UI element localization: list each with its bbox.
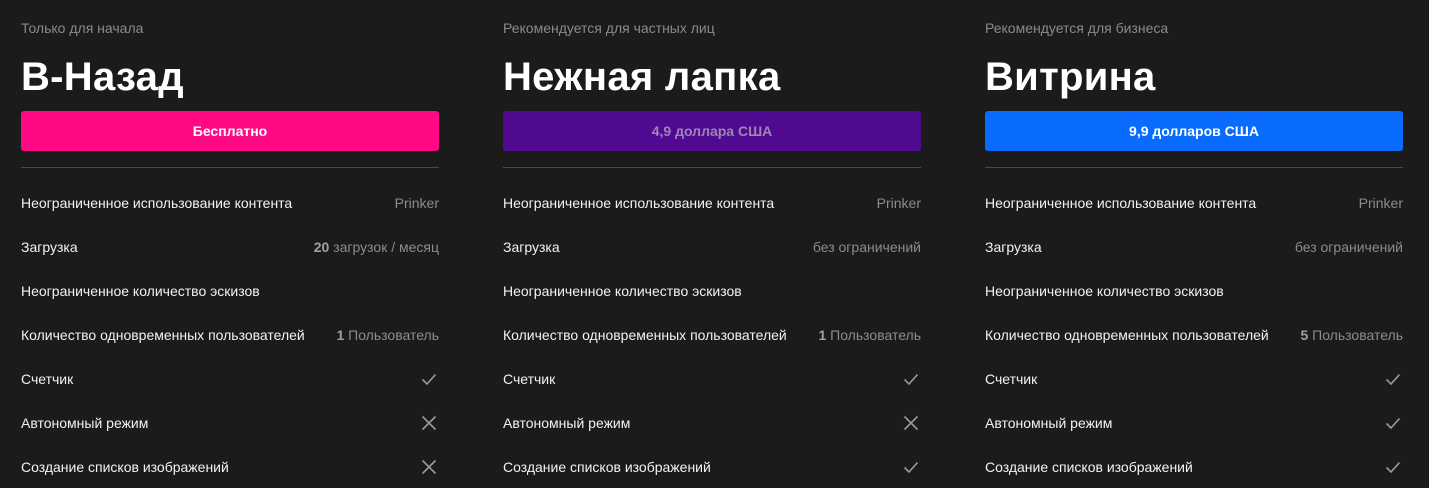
- feature-label: Создание списков изображений: [21, 459, 229, 475]
- feature-row: Неограниченное количество эскизов: [503, 279, 921, 303]
- feature-label: Автономный режим: [985, 415, 1113, 431]
- feature-label: Создание списков изображений: [985, 459, 1193, 475]
- check-icon: [1384, 458, 1402, 476]
- feature-value-text: Пользователь: [344, 327, 439, 343]
- feature-value: 20 загрузок / месяц: [314, 239, 439, 255]
- feature-label: Неограниченное количество эскизов: [21, 283, 260, 299]
- feature-label: Автономный режим: [503, 415, 631, 431]
- plan-title: В-Назад: [21, 55, 184, 99]
- plan-subtitle: Рекомендуется для частных лиц: [503, 20, 715, 36]
- feature-row: Загрузка без ограничений: [503, 235, 921, 259]
- feature-label: Автономный режим: [21, 415, 149, 431]
- feature-value-text: Prinker: [394, 195, 439, 211]
- feature-row: Количество одновременных пользователей 5 …: [985, 323, 1403, 347]
- feature-value-text: без ограничений: [812, 239, 921, 255]
- feature-row: Автономный режим: [21, 411, 439, 435]
- feature-value: Prinker: [395, 195, 439, 211]
- feature-value-text: Пользователь: [1308, 327, 1403, 343]
- feature-row: Счетчик: [21, 367, 439, 391]
- feature-label: Неограниченное количество эскизов: [985, 283, 1224, 299]
- feature-value-text: Prinker: [876, 195, 921, 211]
- feature-label: Счетчик: [985, 371, 1038, 387]
- feature-value: Prinker: [1359, 195, 1403, 211]
- feature-value: 1 Пользователь: [336, 327, 439, 343]
- divider: [985, 167, 1403, 168]
- feature-label: Неограниченное использование контента: [503, 195, 775, 211]
- feature-label: Неограниченное использование контента: [21, 195, 293, 211]
- feature-row: Загрузка 20 загрузок / месяц: [21, 235, 439, 259]
- feature-label: Количество одновременных пользователей: [503, 327, 787, 343]
- divider: [21, 167, 439, 168]
- feature-value-count: 20: [313, 239, 330, 255]
- feature-value-text: загрузок / месяц: [329, 239, 439, 255]
- feature-value: 5 Пользователь: [1300, 327, 1403, 343]
- feature-row: Количество одновременных пользователей 1 …: [503, 323, 921, 347]
- feature-label: Неограниченное количество эскизов: [503, 283, 742, 299]
- feature-label: Количество одновременных пользователей: [985, 327, 1269, 343]
- cross-icon: [902, 414, 920, 432]
- feature-row: Счетчик: [503, 367, 921, 391]
- feature-label: Загрузка: [985, 239, 1042, 255]
- feature-value: 1 Пользователь: [818, 327, 921, 343]
- feature-row: Создание списков изображений: [503, 455, 921, 479]
- cross-icon: [420, 414, 438, 432]
- feature-label: Неограниченное использование контента: [985, 195, 1257, 211]
- feature-row: Неограниченное использование контента Pri…: [503, 191, 921, 215]
- feature-value-text: без ограничений: [1294, 239, 1403, 255]
- check-icon: [420, 370, 438, 388]
- feature-value-text: Prinker: [1358, 195, 1403, 211]
- plan-subtitle: Только для начала: [21, 20, 144, 36]
- feature-row: Автономный режим: [503, 411, 921, 435]
- feature-label: Счетчик: [21, 371, 74, 387]
- feature-row: Количество одновременных пользователей 1 …: [21, 323, 439, 347]
- feature-label: Количество одновременных пользователей: [21, 327, 305, 343]
- plan-subtitle: Рекомендуется для бизнеса: [985, 20, 1169, 36]
- check-icon: [1384, 370, 1402, 388]
- feature-row: Неограниченное использование контента Pri…: [985, 191, 1403, 215]
- plan-price-button[interactable]: 9,9 долларов США: [985, 111, 1403, 151]
- check-icon: [902, 458, 920, 476]
- feature-row: Неограниченное количество эскизов: [21, 279, 439, 303]
- pricing-plans: Только для начала В-Назад Бесплатно Неог…: [0, 0, 1429, 488]
- check-icon: [1384, 414, 1402, 432]
- plan-title: Нежная лапка: [503, 55, 781, 99]
- feature-row: Загрузка без ограничений: [985, 235, 1403, 259]
- feature-row: Неограниченное использование контента Pri…: [21, 191, 439, 215]
- feature-row: Создание списков изображений: [985, 455, 1403, 479]
- feature-value-text: Пользователь: [826, 327, 921, 343]
- feature-label: Загрузка: [21, 239, 78, 255]
- plan-price-button[interactable]: Бесплатно: [21, 111, 439, 151]
- plan-title: Витрина: [985, 55, 1156, 99]
- cross-icon: [420, 458, 438, 476]
- feature-label: Загрузка: [503, 239, 560, 255]
- feature-label: Создание списков изображений: [503, 459, 711, 475]
- feature-value: без ограничений: [813, 239, 921, 255]
- check-icon: [902, 370, 920, 388]
- divider: [503, 167, 921, 168]
- feature-row: Создание списков изображений: [21, 455, 439, 479]
- feature-row: Неограниченное количество эскизов: [985, 279, 1403, 303]
- feature-label: Счетчик: [503, 371, 556, 387]
- plan-price-button[interactable]: 4,9 доллара США: [503, 111, 921, 151]
- feature-value: без ограничений: [1295, 239, 1403, 255]
- feature-row: Автономный режим: [985, 411, 1403, 435]
- feature-row: Счетчик: [985, 367, 1403, 391]
- feature-value: Prinker: [877, 195, 921, 211]
